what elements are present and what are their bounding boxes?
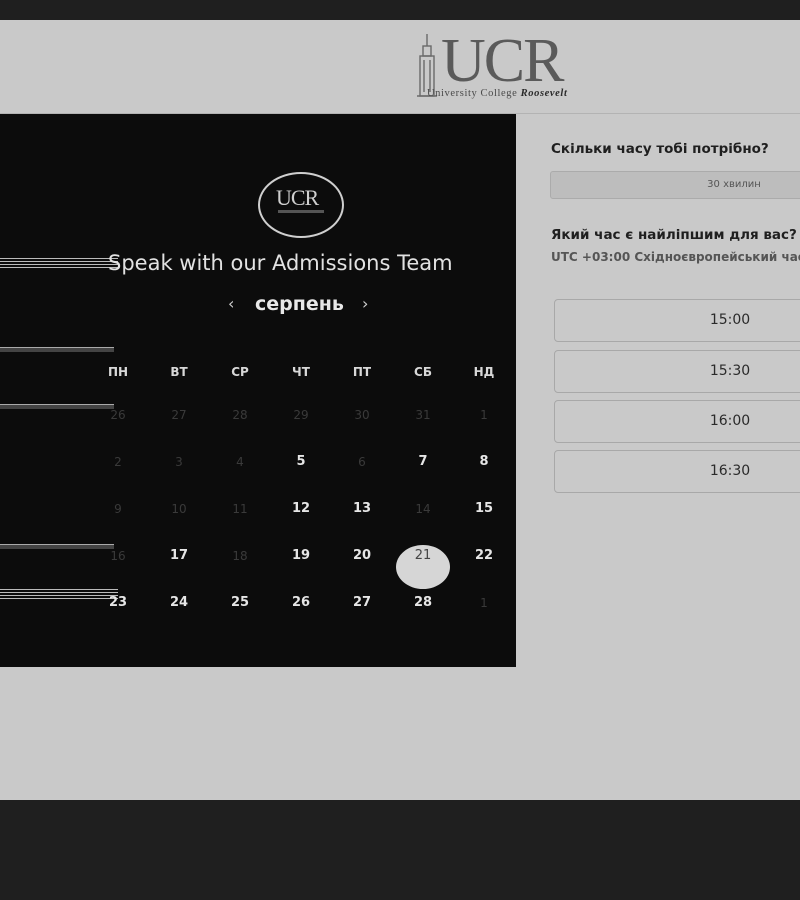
previous-month-button[interactable]: ‹ — [228, 294, 234, 313]
calendar-day: 30 — [354, 408, 370, 422]
time-slot-button[interactable]: 16:30 — [554, 450, 800, 493]
calendar-day: 14 — [415, 502, 431, 516]
calendar-day[interactable]: 20 — [342, 545, 382, 567]
calendar-day: 9 — [114, 502, 122, 516]
weekday-label: СБ — [414, 365, 432, 379]
calendar-day: 10 — [171, 502, 187, 516]
month-navigation: ‹ серпень › — [226, 292, 376, 322]
calendar-day: 26 — [110, 408, 126, 422]
calendar-day: 11 — [232, 502, 248, 516]
calendar-day-selected[interactable]: 21 — [403, 545, 443, 567]
calendar-day: 28 — [232, 408, 248, 422]
calendar-day[interactable]: 28 — [403, 592, 443, 614]
badge-text: UCR — [276, 185, 319, 210]
weekday-label: ВТ — [170, 365, 188, 379]
logo-subtitle-roosevelt: Roosevelt — [520, 88, 568, 99]
calendar-day[interactable]: 27 — [342, 592, 382, 614]
duration-value: 30 хвилин — [707, 179, 761, 190]
calendar-day[interactable]: 23 — [98, 592, 138, 614]
calendar-day: 2 — [114, 455, 122, 469]
next-month-button[interactable]: › — [362, 294, 368, 313]
week-row-bar — [0, 544, 114, 550]
calendar-day[interactable]: 24 — [159, 592, 199, 614]
calendar-day: 6 — [358, 455, 366, 469]
time-selection-panel: Скільки часу тобі потрібно? 30 хвилин Як… — [516, 114, 800, 667]
weekday-row-bar — [0, 347, 114, 353]
calendar-day[interactable]: 7 — [403, 451, 443, 473]
time-slot-button[interactable]: 16:00 — [554, 400, 800, 443]
weekday-label: ПН — [107, 365, 129, 379]
weekday-label: ЧТ — [292, 365, 310, 379]
weekday-label: ПТ — [352, 365, 372, 379]
calendar-day: 3 — [175, 455, 183, 469]
timezone-label[interactable]: UTC +03:00 Східноєвропейський час — [551, 250, 800, 264]
weekday-label: СР — [231, 365, 249, 379]
calendar-day: 31 — [415, 408, 431, 422]
logo-wordmark: UCR — [441, 27, 564, 95]
calendar-day[interactable]: 12 — [281, 498, 321, 520]
calendar-day[interactable]: 26 — [281, 592, 321, 614]
booking-page: UCR University College Roosevelt UCR Spe… — [0, 20, 800, 800]
time-slot-button[interactable]: 15:30 — [554, 350, 800, 393]
calendar-day: 16 — [110, 549, 126, 563]
calendar-day: 18 — [232, 549, 248, 563]
calendar-day[interactable]: 19 — [281, 545, 321, 567]
calendar-day[interactable]: 15 — [464, 498, 504, 520]
calendar-day: 4 — [236, 455, 244, 469]
calendar-day[interactable]: 13 — [342, 498, 382, 520]
duration-question: Скільки часу тобі потрібно? — [551, 141, 769, 157]
ucr-logo[interactable]: UCR University College Roosevelt — [415, 27, 615, 102]
top-frame-bar — [0, 0, 800, 20]
calendar-day: 1 — [480, 596, 488, 610]
current-month: серпень — [255, 293, 344, 315]
site-header: UCR University College Roosevelt — [0, 20, 800, 114]
badge-underline — [278, 210, 324, 213]
scheduler-title: Speak with our Admissions Team — [108, 251, 453, 275]
calendar-day: 1 — [480, 408, 488, 422]
bottom-frame-bar — [0, 800, 800, 900]
time-slot-label: 16:00 — [709, 413, 751, 429]
weekday-label: НД — [473, 365, 495, 379]
time-question: Який час є найліпшим для вас? — [551, 227, 797, 243]
calendar-day[interactable]: 22 — [464, 545, 504, 567]
title-stripe-decoration — [0, 258, 118, 268]
calendar-day: 27 — [171, 408, 187, 422]
calendar-day[interactable]: 25 — [220, 592, 260, 614]
logo-subtitle: University College Roosevelt — [427, 88, 567, 99]
time-slot-label: 16:30 — [709, 463, 751, 479]
calendar-day[interactable]: 5 — [281, 451, 321, 473]
ucr-badge: UCR — [258, 172, 344, 238]
time-slot-button[interactable]: 15:00 — [554, 299, 800, 342]
calendar-panel: UCR Speak with our Admissions Team ‹ сер… — [0, 114, 516, 667]
logo-subtitle-text: University College — [427, 88, 518, 99]
calendar-day[interactable]: 8 — [464, 451, 504, 473]
time-slot-label: 15:00 — [709, 312, 751, 328]
week-row-bar — [0, 404, 114, 410]
duration-selector[interactable]: 30 хвилин — [550, 171, 800, 199]
time-slot-label: 15:30 — [709, 363, 751, 379]
calendar-day[interactable]: 17 — [159, 545, 199, 567]
calendar-day: 29 — [293, 408, 309, 422]
